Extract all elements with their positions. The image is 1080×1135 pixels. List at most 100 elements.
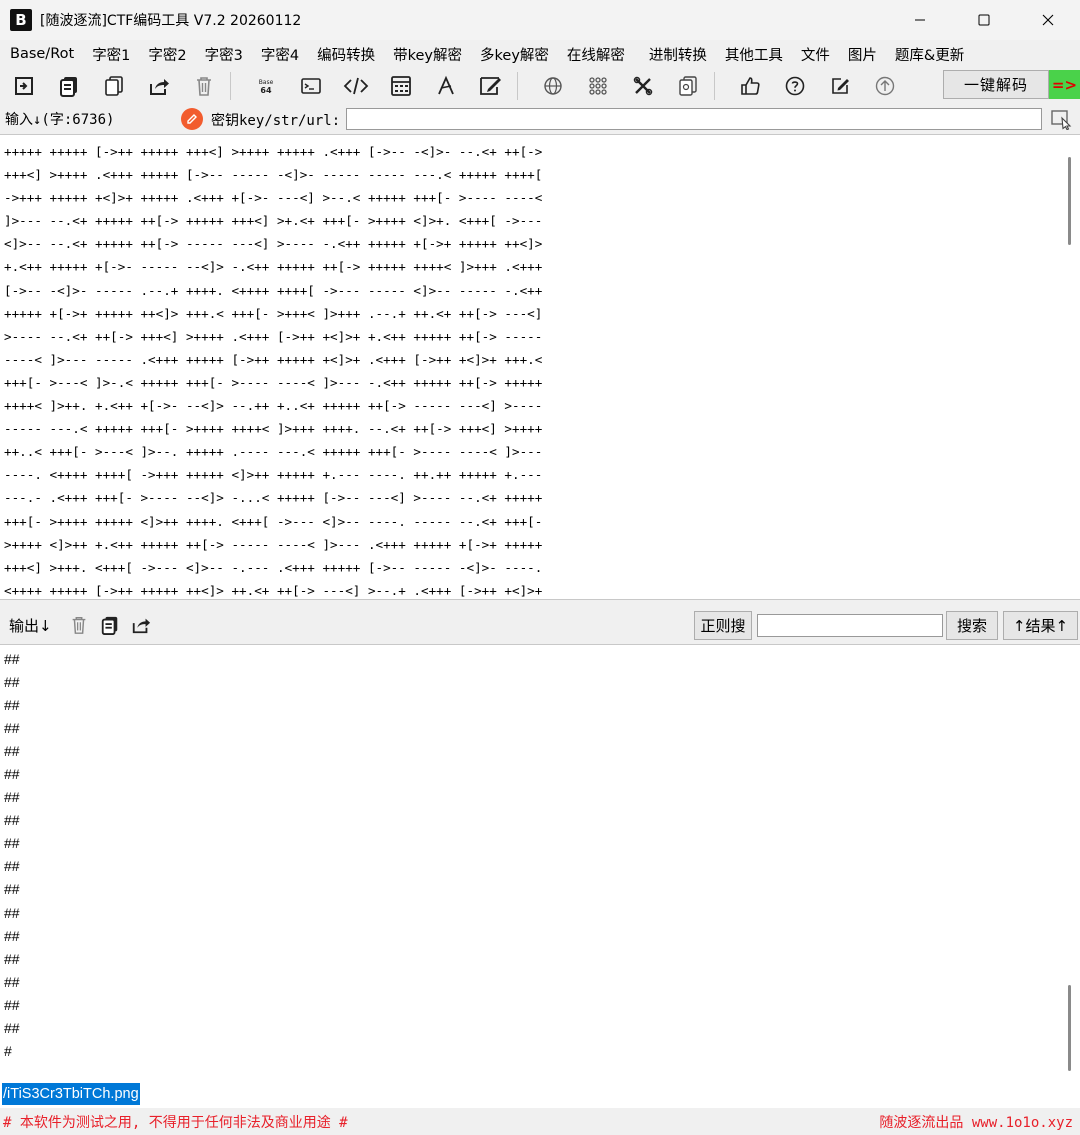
menu-other-tools[interactable]: 其他工具	[716, 44, 792, 65]
input-scrollbar-thumb[interactable]	[1068, 157, 1071, 245]
globe-icon	[544, 77, 562, 95]
tools-icon	[633, 76, 653, 96]
svg-text:64: 64	[260, 86, 272, 95]
output-header: 输出↓ 正则搜 搜索 ↑结果↑	[0, 606, 1080, 644]
select-file-icon[interactable]	[1050, 108, 1072, 131]
code-icon	[343, 77, 369, 95]
arrow-up-circle-icon	[875, 76, 895, 96]
thumbs-up-icon	[741, 77, 760, 95]
input-scrollbar[interactable]	[1058, 135, 1080, 599]
disclaimer-text: # 本软件为测试之用, 不得用于任何非法及商业用途 #	[3, 1115, 348, 1131]
menu-radix-convert[interactable]: 进制转换	[640, 44, 716, 65]
output-scrollbar-thumb[interactable]	[1068, 985, 1071, 1071]
menu-file[interactable]: 文件	[792, 44, 839, 65]
feedback-button[interactable]	[822, 71, 858, 101]
terminal-button[interactable]	[293, 71, 329, 101]
window-title: [随波逐流]CTF编码工具 V7.2 20260112	[40, 13, 302, 29]
trash-icon	[197, 77, 211, 96]
share-output-button[interactable]	[128, 612, 154, 638]
file-icon	[679, 76, 697, 96]
share-icon	[150, 79, 169, 95]
input-text: +++++ +++++ [->++ +++++ +++<] >++++ ++++…	[4, 144, 543, 598]
one-click-decode-button[interactable]: 一键解码	[943, 70, 1049, 99]
title-bar: B [随波逐流]CTF编码工具 V7.2 20260112	[0, 0, 1080, 40]
key-input[interactable]	[346, 108, 1042, 130]
help-icon	[785, 76, 805, 96]
font-icon	[438, 75, 454, 95]
close-button[interactable]	[1016, 0, 1080, 40]
window-controls	[888, 0, 1080, 40]
close-icon	[1042, 14, 1054, 26]
menu-zimi-4[interactable]: 字密4	[252, 44, 308, 65]
menu-zimi-3[interactable]: 字密3	[196, 44, 252, 65]
menu-question-bank-update[interactable]: 题库&更新	[886, 44, 973, 65]
output-text: ## ## ## ## ## ## ## ## ## ## ## ## ## #…	[4, 651, 20, 1059]
key-label: 密钥key/str/url:	[211, 113, 341, 129]
key-icon	[181, 108, 203, 130]
input-header: 输入↓(字:6736) 密钥key/str/url:	[0, 104, 1080, 134]
app-logo-icon: B	[10, 9, 32, 31]
output-scrollbar[interactable]	[1058, 645, 1080, 1108]
like-button[interactable]	[732, 71, 768, 101]
menu-zimi-2[interactable]: 字密2	[139, 44, 195, 65]
menu-online-decrypt[interactable]: 在线解密	[558, 44, 634, 65]
menu-base-rot[interactable]: Base/Rot	[0, 46, 83, 62]
share-icon	[132, 618, 150, 634]
edit-document-icon	[480, 77, 501, 95]
minimize-button[interactable]	[888, 0, 952, 40]
maximize-icon	[978, 14, 990, 26]
edit-icon	[832, 78, 849, 94]
documents-icon	[105, 76, 123, 96]
menu-bar: Base/Rot 字密1 字密2 字密3 字密4 编码转换 带key解密 多ke…	[0, 40, 1080, 68]
author-credit: 随波逐流出品 www.1o1o.xyz	[879, 1115, 1073, 1131]
code-button[interactable]	[338, 71, 374, 101]
maximize-button[interactable]	[952, 0, 1016, 40]
base64-button[interactable]: Base 64	[248, 71, 284, 101]
web-button[interactable]	[535, 71, 571, 101]
result-button[interactable]: ↑结果↑	[1003, 611, 1078, 640]
share-button[interactable]	[141, 71, 177, 101]
menu-image[interactable]: 图片	[839, 44, 886, 65]
paste-button[interactable]	[96, 71, 132, 101]
calculator-icon	[391, 76, 411, 96]
menu-multi-key-decrypt[interactable]: 多key解密	[471, 44, 558, 65]
search-button[interactable]: 搜索	[946, 611, 998, 640]
tools-button[interactable]	[625, 71, 661, 101]
calculator-button[interactable]	[383, 71, 419, 101]
minimize-icon	[915, 19, 925, 21]
input-label: 输入↓(字:6736)	[5, 112, 115, 128]
status-bar: # 本软件为测试之用, 不得用于任何非法及商业用途 # 随波逐流出品 www.1…	[0, 1108, 1080, 1135]
output-textarea[interactable]: ## ## ## ## ## ## ## ## ## ## ## ## ## #…	[0, 644, 1080, 1108]
clear-output-button[interactable]	[66, 612, 92, 638]
toolbar: Base 64 一键解码 =>	[0, 68, 1080, 104]
output-selected-filename[interactable]: /iTiS3Cr3TbiTCh.png	[2, 1083, 140, 1105]
regex-search-button[interactable]: 正则搜	[694, 611, 752, 640]
menu-key-decrypt[interactable]: 带key解密	[384, 44, 471, 65]
terminal-icon	[301, 78, 321, 94]
base64-icon: Base64	[259, 79, 274, 95]
toolbar-separator	[714, 72, 715, 100]
input-textarea[interactable]: +++++ +++++ [->++ +++++ +++<] >++++ ++++…	[0, 134, 1080, 600]
menu-encoding-convert[interactable]: 编码转换	[308, 44, 384, 65]
regex-input[interactable]	[757, 614, 943, 637]
import-button[interactable]	[6, 71, 42, 101]
clear-input-button[interactable]	[186, 71, 222, 101]
grid-button[interactable]	[580, 71, 616, 101]
menu-zimi-1[interactable]: 字密1	[83, 44, 139, 65]
svg-text:Base: Base	[259, 79, 274, 86]
import-icon	[15, 77, 33, 95]
copy-output-button[interactable]	[97, 612, 123, 638]
copy-button[interactable]	[51, 71, 87, 101]
edit-doc-button[interactable]	[473, 71, 509, 101]
font-button[interactable]	[428, 71, 464, 101]
grid-dots-icon	[589, 77, 607, 95]
run-arrow-button[interactable]: =>	[1049, 70, 1080, 99]
trash-icon	[72, 617, 85, 634]
help-button[interactable]	[777, 71, 813, 101]
upload-button[interactable]	[867, 71, 903, 101]
copy-icon	[60, 77, 77, 97]
toolbar-separator	[230, 72, 231, 100]
copy-icon	[101, 616, 117, 635]
output-label: 输出↓	[9, 616, 52, 635]
file-button[interactable]	[670, 71, 706, 101]
